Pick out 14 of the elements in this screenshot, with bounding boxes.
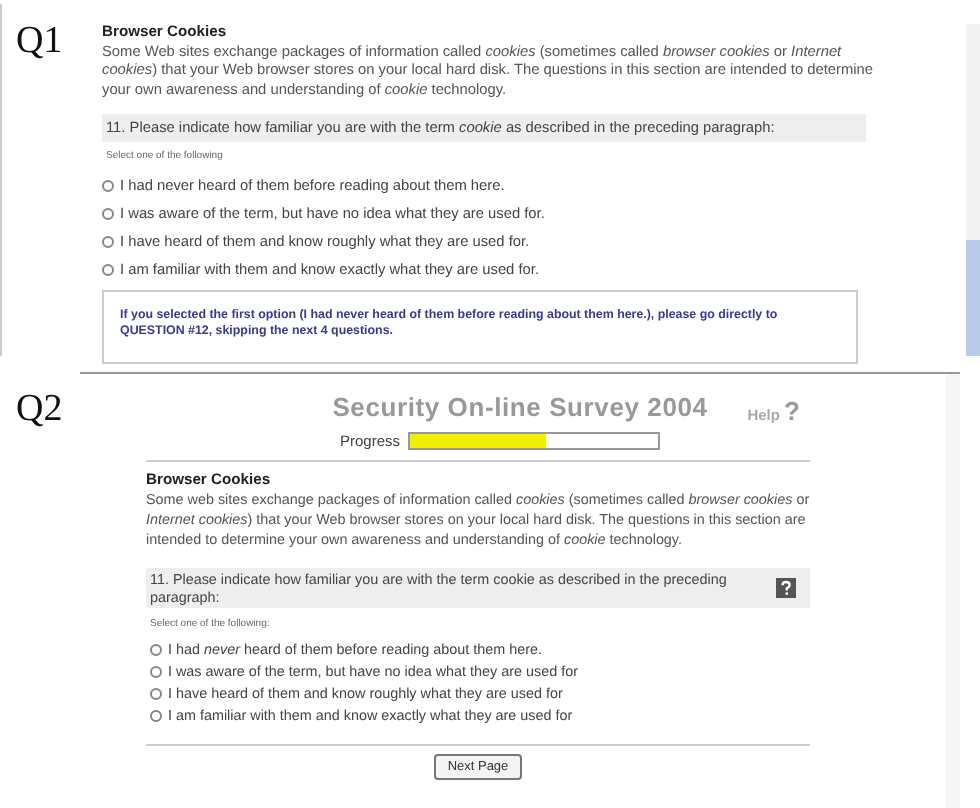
radio-button[interactable] xyxy=(150,665,162,677)
figure-label: Q1 xyxy=(16,20,63,64)
survey-title: Security On-line Survey 2004 xyxy=(332,392,708,426)
radio-button[interactable] xyxy=(150,643,162,655)
scrollbar[interactable] xyxy=(966,24,980,356)
radio-button[interactable] xyxy=(150,709,162,721)
radio-button[interactable] xyxy=(150,687,162,699)
radio-button[interactable] xyxy=(102,235,114,248)
scrollbar[interactable] xyxy=(946,374,960,808)
radio-button[interactable] xyxy=(102,263,114,276)
help-icon[interactable] xyxy=(776,578,796,598)
figure-label: Q2 xyxy=(16,388,63,432)
radio-button[interactable] xyxy=(102,207,114,220)
radio-button[interactable] xyxy=(102,179,114,192)
